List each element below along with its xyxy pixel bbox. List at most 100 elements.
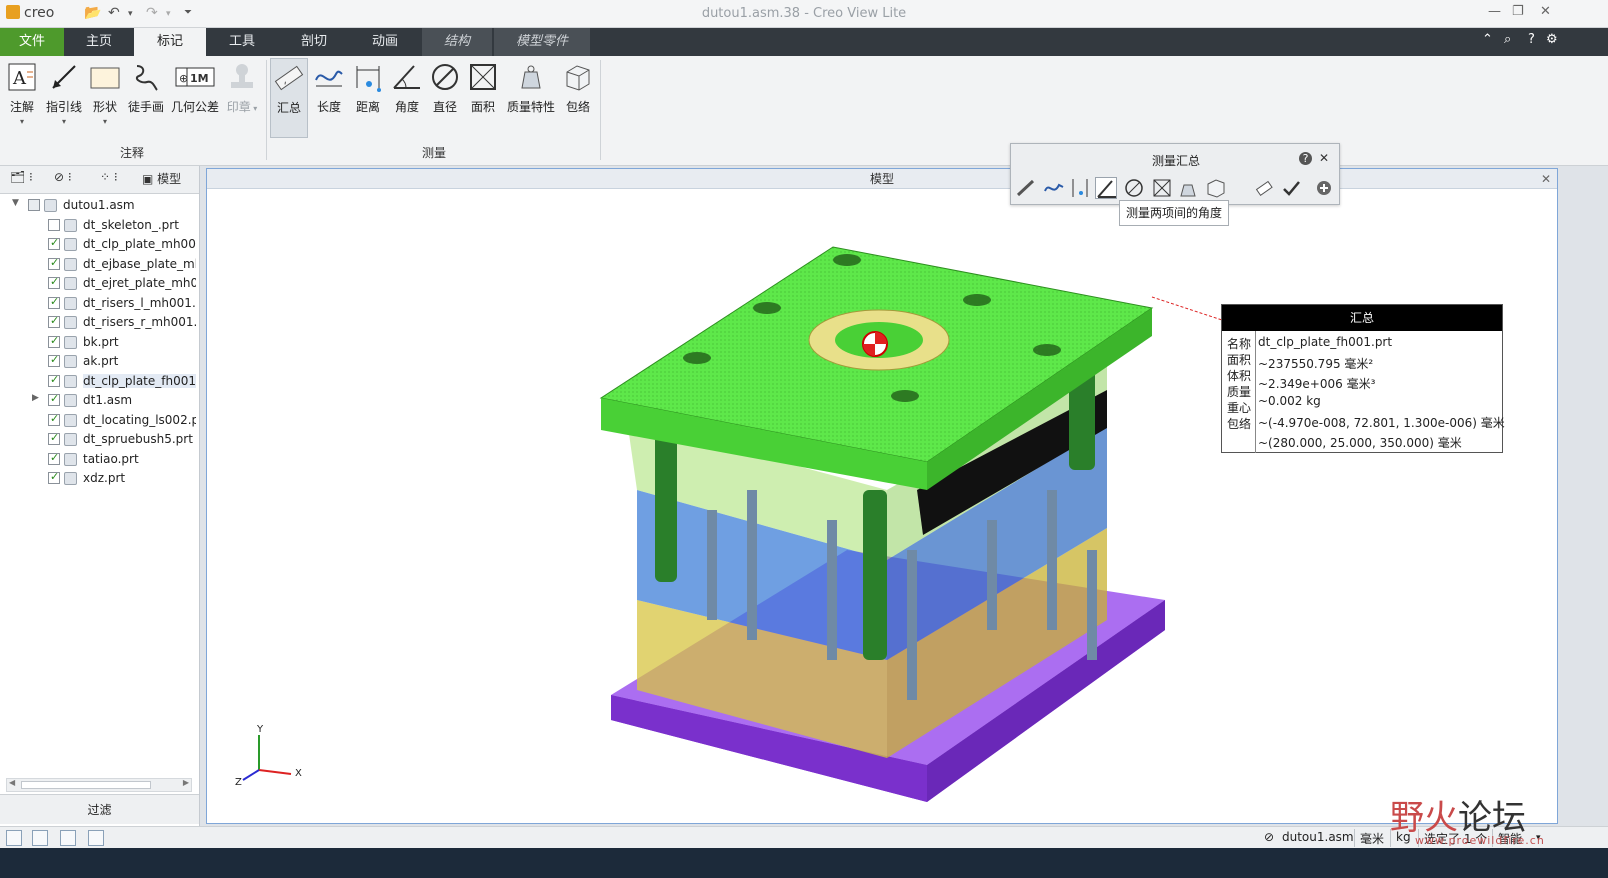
- tab-structure-icon[interactable]: 🗂 ⁝: [10, 170, 33, 190]
- expand-toggle-icon[interactable]: ▼: [12, 198, 19, 208]
- title-bar: creo 📂 ↶ ▾ ↷ ▾ ⏷ dutou1.asm.38 - Creo Vi…: [0, 0, 1608, 28]
- tab-model-parts[interactable]: 模型零件: [494, 28, 590, 56]
- tab-home[interactable]: 主页: [64, 28, 134, 56]
- freehand-button[interactable]: 徒手画: [126, 58, 166, 138]
- layout-split-h-icon[interactable]: [60, 830, 76, 846]
- weight-icon[interactable]: [1177, 177, 1199, 199]
- stamp-button[interactable]: 印章 ▾: [222, 58, 262, 138]
- axis-triad: Y X Z: [235, 724, 302, 788]
- tab-file[interactable]: 文件: [0, 28, 64, 56]
- tree-item[interactable]: ▶ dt1.asm: [0, 391, 196, 410]
- model-viewport[interactable]: 模型 ✕ Y X Z: [206, 168, 1558, 824]
- tab-markup[interactable]: 标记: [134, 28, 206, 56]
- tab-annotation-icon[interactable]: ⊘ ⁝: [54, 170, 72, 190]
- tab-animation[interactable]: 动画: [350, 28, 420, 56]
- tab-model[interactable]: ▣ 模型: [142, 170, 181, 190]
- tree-item-label: bk.prt: [83, 334, 119, 349]
- visibility-checkbox[interactable]: [48, 334, 60, 348]
- distance-button[interactable]: 距离: [350, 58, 386, 138]
- tree-item[interactable]: dt_locating_ls002.pr: [0, 411, 196, 430]
- visibility-checkbox[interactable]: [48, 218, 60, 231]
- tree-item[interactable]: dt_clp_plate_mh001.: [0, 235, 196, 254]
- tree-item[interactable]: ak.prt: [0, 352, 196, 371]
- area-icon[interactable]: [1151, 177, 1173, 199]
- layout-single-icon[interactable]: [6, 830, 22, 846]
- visibility-checkbox[interactable]: [48, 373, 60, 387]
- shape-button[interactable]: 形状 ▾: [88, 58, 122, 138]
- bounding-box-button[interactable]: 包络: [560, 58, 596, 138]
- visibility-checkbox[interactable]: [48, 431, 60, 445]
- tree-item[interactable]: dt_ejbase_plate_mh(: [0, 255, 196, 274]
- visibility-checkbox[interactable]: [48, 470, 60, 484]
- summary-icon[interactable]: [1015, 177, 1037, 199]
- mass-properties-button[interactable]: 质量特性: [504, 58, 558, 138]
- add-icon[interactable]: [1313, 177, 1335, 199]
- summary-key-centroid: 重心: [1227, 401, 1252, 415]
- mold-3d-model[interactable]: Y X Z: [207, 190, 1557, 824]
- visibility-checkbox[interactable]: [48, 236, 60, 250]
- tree-item[interactable]: dt_clp_plate_fh001.p: [0, 372, 196, 391]
- tree-item[interactable]: dt_spruebush5.prt: [0, 430, 196, 449]
- tree-item[interactable]: dt_risers_r_mh001.p: [0, 313, 196, 332]
- visibility-checkbox[interactable]: [48, 392, 60, 406]
- expand-toggle-icon[interactable]: ▶: [32, 393, 39, 403]
- distance-icon[interactable]: [1069, 177, 1091, 199]
- summary-keys: 名称 面积 体积 质量 重心 包络: [1222, 331, 1256, 453]
- svg-text:1M: 1M: [190, 72, 209, 85]
- close-window-icon[interactable]: ✕: [1540, 4, 1551, 19]
- tab-structure[interactable]: 结构: [422, 28, 492, 56]
- collapse-ribbon-icon[interactable]: ⌃: [1482, 32, 1493, 47]
- eraser-icon[interactable]: [1253, 177, 1275, 199]
- part-icon: [64, 335, 77, 349]
- summary-button[interactable]: 汇总: [270, 58, 308, 138]
- visibility-checkbox[interactable]: [48, 353, 60, 367]
- check-add-icon[interactable]: [1281, 177, 1303, 199]
- horizontal-scrollbar[interactable]: ◀ ▶: [6, 778, 192, 792]
- svg-text:A: A: [12, 68, 27, 89]
- status-file: dutou1.asm: [1282, 830, 1354, 844]
- help-icon[interactable]: ?: [1528, 32, 1535, 47]
- length-icon[interactable]: [1043, 177, 1065, 199]
- visibility-checkbox[interactable]: [48, 256, 60, 270]
- visibility-checkbox[interactable]: [48, 295, 60, 309]
- gtol-button[interactable]: ⊕ 1M 几何公差: [170, 58, 220, 138]
- visibility-checkbox[interactable]: [48, 275, 60, 289]
- bounding-box-icon[interactable]: [1205, 177, 1227, 199]
- angle-icon[interactable]: [1095, 177, 1117, 199]
- length-button[interactable]: 长度: [312, 58, 346, 138]
- tree-item[interactable]: dt_risers_l_mh001.pr: [0, 294, 196, 313]
- search-icon[interactable]: ⌕: [1504, 32, 1511, 47]
- leader-button[interactable]: 指引线 ▾: [44, 58, 84, 138]
- layout-full-icon[interactable]: [88, 830, 104, 846]
- layout-split-v-icon[interactable]: [32, 830, 48, 846]
- diameter-button[interactable]: 直径: [428, 58, 462, 138]
- close-icon[interactable]: ✕: [1319, 151, 1329, 165]
- tree-item[interactable]: dt_skeleton_.prt: [0, 216, 196, 235]
- visibility-checkbox[interactable]: [48, 412, 60, 426]
- tree-item[interactable]: tatiao.prt: [0, 450, 196, 469]
- window-title: dutou1.asm.38 - Creo View Lite: [701, 6, 907, 21]
- visibility-checkbox[interactable]: [28, 199, 40, 211]
- settings-gear-icon[interactable]: ⚙: [1546, 32, 1558, 47]
- note-button[interactable]: A 注解 ▾: [4, 58, 40, 138]
- tree-item[interactable]: bk.prt: [0, 333, 196, 352]
- angle-button[interactable]: 角度: [390, 58, 424, 138]
- tab-section[interactable]: 剖切: [278, 28, 350, 56]
- visibility-checkbox[interactable]: [48, 451, 60, 465]
- tree-item[interactable]: dt_ejret_plate_mh00: [0, 274, 196, 293]
- tab-views-icon[interactable]: ⁘ ⁝: [100, 170, 118, 190]
- tree-item[interactable]: ▼ dutou1.asm: [0, 196, 196, 215]
- visibility-checkbox[interactable]: [48, 314, 60, 328]
- status-length-unit[interactable]: 毫米: [1360, 830, 1384, 847]
- tree-item[interactable]: xdz.prt: [0, 469, 196, 488]
- summary-value-name: dt_clp_plate_fh001.prt: [1258, 335, 1393, 349]
- minimize-icon[interactable]: —: [1488, 4, 1501, 19]
- help-icon[interactable]: ?: [1299, 152, 1312, 165]
- close-viewport-icon[interactable]: ✕: [1541, 169, 1551, 189]
- area-button[interactable]: 面积: [466, 58, 500, 138]
- restore-icon[interactable]: ❐: [1512, 4, 1524, 19]
- tab-tools[interactable]: 工具: [206, 28, 278, 56]
- filter-button[interactable]: 过滤: [0, 794, 199, 824]
- diameter-icon[interactable]: [1123, 177, 1145, 199]
- summary-key-area: 面积: [1227, 353, 1252, 367]
